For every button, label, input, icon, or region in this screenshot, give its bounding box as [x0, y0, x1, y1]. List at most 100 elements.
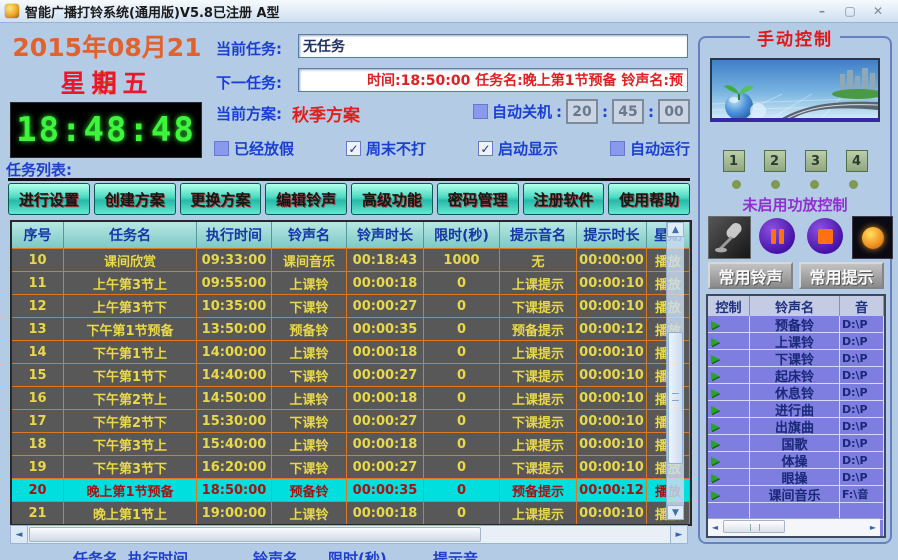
- ring-row[interactable]: ▶进行曲D:\P: [708, 401, 884, 418]
- table-row[interactable]: 13下午第1节预备13:50:00预备铃00:00:350预备提示00:00:1…: [12, 317, 690, 340]
- play-icon[interactable]: ▶: [708, 435, 750, 452]
- channel-button-3[interactable]: 3: [805, 150, 827, 172]
- table-row[interactable]: 10课间欣赏09:33:00课间音乐00:18:431000无00:00:00播…: [12, 248, 690, 271]
- ring-scroll-thumb[interactable]: [723, 520, 785, 533]
- cell-prompt: 下课提示: [500, 294, 577, 317]
- table-row[interactable]: 17下午第2节下15:30:00下课铃00:00:270下课提示00:00:10…: [12, 409, 690, 432]
- channel-dots: [700, 180, 890, 189]
- minimize-button[interactable]: –: [808, 3, 836, 19]
- table-row[interactable]: 21晚上第1节上19:00:00上课铃00:00:180上课提示00:00:10…: [12, 501, 690, 524]
- maximize-button[interactable]: ▢: [836, 3, 864, 19]
- microphone-icon[interactable]: [708, 216, 751, 259]
- auto-shutdown-checkbox[interactable]: [473, 104, 488, 119]
- shutdown-second-field[interactable]: 00: [658, 99, 690, 124]
- play-icon[interactable]: ▶: [708, 418, 750, 435]
- scroll-up-icon[interactable]: ▲: [667, 222, 684, 237]
- checkbox-2[interactable]: ✓启动显示: [478, 138, 558, 159]
- table-row[interactable]: 18下午第3节上15:40:00上课铃00:00:180上课提示00:00:10…: [12, 432, 690, 455]
- table-row[interactable]: 14下午第1节上14:00:00上课铃00:00:180上课提示00:00:10…: [12, 340, 690, 363]
- ring-name: 上课铃: [750, 333, 840, 350]
- ring-row[interactable]: ▶国歌D:\P: [708, 435, 884, 452]
- column-header-4: 铃声时长: [347, 222, 424, 248]
- play-icon[interactable]: ▶: [708, 316, 750, 333]
- ring-row[interactable]: ▶预备铃D:\P: [708, 316, 884, 333]
- table-row[interactable]: 16下午第2节上14:50:00上课铃00:00:180上课提示00:00:10…: [12, 386, 690, 409]
- play-icon[interactable]: ▶: [708, 452, 750, 469]
- toolbar-button-3[interactable]: 编辑铃声: [265, 183, 347, 215]
- ring-row[interactable]: ▶上课铃D:\P: [708, 333, 884, 350]
- play-icon[interactable]: ▶: [708, 333, 750, 350]
- play-icon[interactable]: ▶: [708, 401, 750, 418]
- table-row[interactable]: 11上午第3节上09:55:00上课铃00:00:180上课提示00:00:10…: [12, 271, 690, 294]
- ring-row[interactable]: ▶下课铃D:\P: [708, 350, 884, 367]
- pause-button[interactable]: [759, 218, 795, 254]
- cell-dur: 00:00:35: [347, 317, 424, 340]
- scroll-left-icon[interactable]: ◄: [11, 526, 28, 543]
- checkbox-0[interactable]: 已经放假: [214, 138, 294, 159]
- horizontal-scroll-thumb[interactable]: [29, 527, 481, 542]
- toolbar-button-0[interactable]: 进行设置: [8, 183, 90, 215]
- shutdown-hour-field[interactable]: 20: [566, 99, 598, 124]
- play-icon[interactable]: ▶: [708, 486, 750, 503]
- toolbar-button-5[interactable]: 密码管理: [437, 183, 519, 215]
- ring-row[interactable]: ▶课间音乐F:\音: [708, 486, 884, 503]
- ring-row[interactable]: ▶起床铃D:\P: [708, 367, 884, 384]
- table-vertical-scrollbar[interactable]: ▲ ▼: [666, 222, 684, 520]
- quick-button-0[interactable]: 常用铃声: [708, 262, 793, 289]
- toolbar-button-1[interactable]: 创建方案: [94, 183, 176, 215]
- toolbar-button-7[interactable]: 使用帮助: [608, 183, 690, 215]
- power-amp-button[interactable]: [852, 216, 893, 259]
- cell-time: 19:00:00: [197, 501, 272, 524]
- cell-limit: 0: [424, 432, 500, 455]
- manual-control-image: [710, 58, 880, 122]
- cell-prompt: 上课提示: [500, 432, 577, 455]
- checkbox-1[interactable]: ✓周末不打: [346, 138, 426, 159]
- shutdown-minute-field[interactable]: 45: [612, 99, 644, 124]
- checkbox-checked-icon[interactable]: ✓: [478, 141, 493, 156]
- close-button[interactable]: ✕: [864, 3, 892, 19]
- stop-button[interactable]: [807, 218, 843, 254]
- cell-name: 下午第3节上: [64, 432, 197, 455]
- toolbar-button-2[interactable]: 更换方案: [180, 183, 262, 215]
- ring-row[interactable]: ▶出旗曲D:\P: [708, 418, 884, 435]
- channel-button-2[interactable]: 2: [764, 150, 786, 172]
- table-row[interactable]: 12上午第3节下10:35:00下课铃00:00:270下课提示00:00:10…: [12, 294, 690, 317]
- footer-label-2: 铃声名: [253, 548, 298, 560]
- cell-dur: 00:18:43: [347, 248, 424, 271]
- ring-list-scrollbar[interactable]: ◄ ►: [708, 518, 880, 536]
- checkbox-3[interactable]: 自动运行: [610, 138, 690, 159]
- play-icon[interactable]: ▶: [708, 367, 750, 384]
- toolbar-button-4[interactable]: 高级功能: [351, 183, 433, 215]
- channel-button-4[interactable]: 4: [846, 150, 868, 172]
- vertical-scroll-thumb[interactable]: [668, 332, 683, 464]
- table-horizontal-scrollbar[interactable]: ◄ ►: [10, 525, 688, 544]
- ring-row[interactable]: ▶体操D:\P: [708, 452, 884, 469]
- cell-pdur: 00:00:12: [577, 317, 647, 340]
- cell-dur: 00:00:35: [347, 478, 424, 501]
- scroll-down-icon[interactable]: ▼: [667, 505, 684, 520]
- cell-prompt: 上课提示: [500, 271, 577, 294]
- cell-ring: 上课铃: [272, 386, 347, 409]
- column-header-1: 任务名: [64, 222, 197, 248]
- ring-row[interactable]: ▶休息铃D:\P: [708, 384, 884, 401]
- scroll-right-icon[interactable]: ►: [866, 520, 880, 534]
- table-row[interactable]: 19下午第3节下16:20:00下课铃00:00:270下课提示00:00:10…: [12, 455, 690, 478]
- next-task-field[interactable]: 时间:18:50:00 任务名:晚上第1节预备 铃声名:预: [298, 68, 688, 92]
- quick-button-1[interactable]: 常用提示: [799, 262, 884, 289]
- scroll-right-icon[interactable]: ►: [670, 526, 687, 543]
- table-row[interactable]: 15下午第1节下14:40:00下课铃00:00:270下课提示00:00:10…: [12, 363, 690, 386]
- current-task-field[interactable]: 无任务: [298, 34, 688, 58]
- ring-row[interactable]: ▶眼操D:\P: [708, 469, 884, 486]
- checkbox-unchecked-icon[interactable]: [610, 141, 625, 156]
- play-icon[interactable]: ▶: [708, 384, 750, 401]
- window-title: 智能广播打铃系统(通用版)V5.8已注册 A型: [25, 2, 280, 21]
- checkbox-unchecked-icon[interactable]: [214, 141, 229, 156]
- play-icon[interactable]: ▶: [708, 350, 750, 367]
- checkbox-checked-icon[interactable]: ✓: [346, 141, 361, 156]
- play-icon[interactable]: ▶: [708, 469, 750, 486]
- toolbar-button-6[interactable]: 注册软件: [523, 183, 605, 215]
- scroll-left-icon[interactable]: ◄: [708, 520, 722, 534]
- cell-ring: 上课铃: [272, 501, 347, 524]
- channel-button-1[interactable]: 1: [723, 150, 745, 172]
- table-row[interactable]: 20晚上第1节预备18:50:00预备铃00:00:350预备提示00:00:1…: [12, 478, 690, 501]
